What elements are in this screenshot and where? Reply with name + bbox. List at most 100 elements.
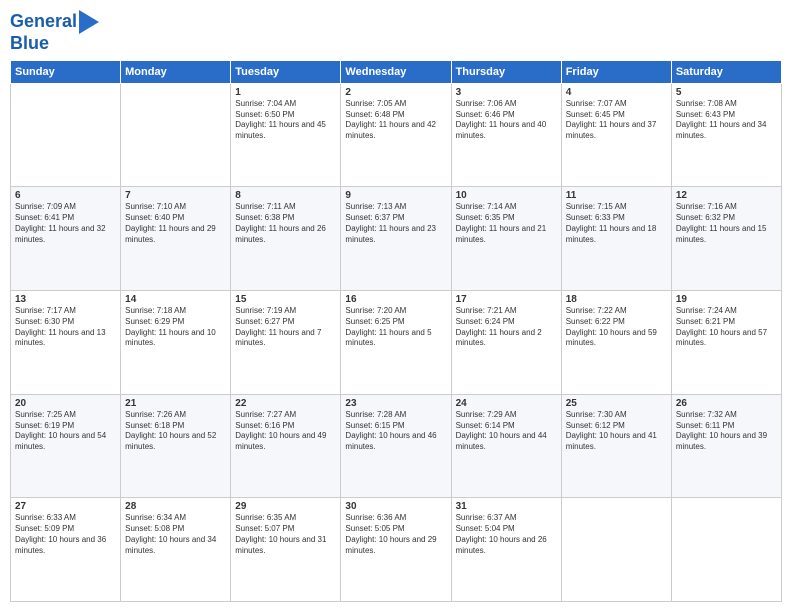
day-number: 3 — [456, 87, 557, 98]
day-info: Sunrise: 7:11 AM Sunset: 6:38 PM Dayligh… — [235, 202, 336, 245]
day-cell: 12Sunrise: 7:16 AM Sunset: 6:32 PM Dayli… — [671, 187, 781, 291]
day-info: Sunrise: 7:14 AM Sunset: 6:35 PM Dayligh… — [456, 202, 557, 245]
day-info: Sunrise: 7:29 AM Sunset: 6:14 PM Dayligh… — [456, 410, 557, 453]
day-number: 25 — [566, 398, 667, 409]
day-cell: 31Sunrise: 6:37 AM Sunset: 5:04 PM Dayli… — [451, 498, 561, 602]
day-info: Sunrise: 7:16 AM Sunset: 6:32 PM Dayligh… — [676, 202, 777, 245]
day-number: 15 — [235, 294, 336, 305]
day-info: Sunrise: 7:17 AM Sunset: 6:30 PM Dayligh… — [15, 306, 116, 349]
day-info: Sunrise: 6:34 AM Sunset: 5:08 PM Dayligh… — [125, 513, 226, 556]
day-cell: 23Sunrise: 7:28 AM Sunset: 6:15 PM Dayli… — [341, 394, 451, 498]
day-cell: 14Sunrise: 7:18 AM Sunset: 6:29 PM Dayli… — [121, 291, 231, 395]
day-number: 17 — [456, 294, 557, 305]
day-info: Sunrise: 6:37 AM Sunset: 5:04 PM Dayligh… — [456, 513, 557, 556]
weekday-friday: Friday — [561, 60, 671, 83]
week-row-1: 1Sunrise: 7:04 AM Sunset: 6:50 PM Daylig… — [11, 83, 782, 187]
day-info: Sunrise: 7:20 AM Sunset: 6:25 PM Dayligh… — [345, 306, 446, 349]
day-cell — [121, 83, 231, 187]
day-info: Sunrise: 7:13 AM Sunset: 6:37 PM Dayligh… — [345, 202, 446, 245]
day-number: 24 — [456, 398, 557, 409]
day-cell: 29Sunrise: 6:35 AM Sunset: 5:07 PM Dayli… — [231, 498, 341, 602]
day-info: Sunrise: 7:09 AM Sunset: 6:41 PM Dayligh… — [15, 202, 116, 245]
day-number: 5 — [676, 87, 777, 98]
day-cell: 17Sunrise: 7:21 AM Sunset: 6:24 PM Dayli… — [451, 291, 561, 395]
weekday-wednesday: Wednesday — [341, 60, 451, 83]
day-cell: 9Sunrise: 7:13 AM Sunset: 6:37 PM Daylig… — [341, 187, 451, 291]
day-info: Sunrise: 6:33 AM Sunset: 5:09 PM Dayligh… — [15, 513, 116, 556]
day-info: Sunrise: 7:28 AM Sunset: 6:15 PM Dayligh… — [345, 410, 446, 453]
day-cell: 25Sunrise: 7:30 AM Sunset: 6:12 PM Dayli… — [561, 394, 671, 498]
day-cell: 26Sunrise: 7:32 AM Sunset: 6:11 PM Dayli… — [671, 394, 781, 498]
weekday-saturday: Saturday — [671, 60, 781, 83]
day-number: 12 — [676, 190, 777, 201]
day-cell: 16Sunrise: 7:20 AM Sunset: 6:25 PM Dayli… — [341, 291, 451, 395]
logo-text: General Blue — [10, 10, 99, 54]
day-cell: 6Sunrise: 7:09 AM Sunset: 6:41 PM Daylig… — [11, 187, 121, 291]
day-cell — [11, 83, 121, 187]
day-info: Sunrise: 7:07 AM Sunset: 6:45 PM Dayligh… — [566, 99, 667, 142]
day-number: 28 — [125, 501, 226, 512]
day-cell: 28Sunrise: 6:34 AM Sunset: 5:08 PM Dayli… — [121, 498, 231, 602]
day-cell: 19Sunrise: 7:24 AM Sunset: 6:21 PM Dayli… — [671, 291, 781, 395]
day-info: Sunrise: 7:27 AM Sunset: 6:16 PM Dayligh… — [235, 410, 336, 453]
day-number: 1 — [235, 87, 336, 98]
calendar-table: SundayMondayTuesdayWednesdayThursdayFrid… — [10, 60, 782, 602]
day-number: 23 — [345, 398, 446, 409]
day-cell: 8Sunrise: 7:11 AM Sunset: 6:38 PM Daylig… — [231, 187, 341, 291]
day-cell: 15Sunrise: 7:19 AM Sunset: 6:27 PM Dayli… — [231, 291, 341, 395]
day-cell: 10Sunrise: 7:14 AM Sunset: 6:35 PM Dayli… — [451, 187, 561, 291]
day-number: 29 — [235, 501, 336, 512]
week-row-4: 20Sunrise: 7:25 AM Sunset: 6:19 PM Dayli… — [11, 394, 782, 498]
day-number: 10 — [456, 190, 557, 201]
header: General Blue — [10, 10, 782, 54]
day-cell: 20Sunrise: 7:25 AM Sunset: 6:19 PM Dayli… — [11, 394, 121, 498]
day-info: Sunrise: 7:15 AM Sunset: 6:33 PM Dayligh… — [566, 202, 667, 245]
day-cell: 7Sunrise: 7:10 AM Sunset: 6:40 PM Daylig… — [121, 187, 231, 291]
day-number: 14 — [125, 294, 226, 305]
day-info: Sunrise: 6:35 AM Sunset: 5:07 PM Dayligh… — [235, 513, 336, 556]
day-number: 20 — [15, 398, 116, 409]
day-cell: 30Sunrise: 6:36 AM Sunset: 5:05 PM Dayli… — [341, 498, 451, 602]
day-info: Sunrise: 7:26 AM Sunset: 6:18 PM Dayligh… — [125, 410, 226, 453]
day-info: Sunrise: 7:32 AM Sunset: 6:11 PM Dayligh… — [676, 410, 777, 453]
day-info: Sunrise: 6:36 AM Sunset: 5:05 PM Dayligh… — [345, 513, 446, 556]
day-info: Sunrise: 7:22 AM Sunset: 6:22 PM Dayligh… — [566, 306, 667, 349]
day-number: 30 — [345, 501, 446, 512]
day-number: 2 — [345, 87, 446, 98]
day-cell: 3Sunrise: 7:06 AM Sunset: 6:46 PM Daylig… — [451, 83, 561, 187]
day-info: Sunrise: 7:24 AM Sunset: 6:21 PM Dayligh… — [676, 306, 777, 349]
day-info: Sunrise: 7:08 AM Sunset: 6:43 PM Dayligh… — [676, 99, 777, 142]
day-info: Sunrise: 7:30 AM Sunset: 6:12 PM Dayligh… — [566, 410, 667, 453]
day-info: Sunrise: 7:05 AM Sunset: 6:48 PM Dayligh… — [345, 99, 446, 142]
week-row-3: 13Sunrise: 7:17 AM Sunset: 6:30 PM Dayli… — [11, 291, 782, 395]
week-row-2: 6Sunrise: 7:09 AM Sunset: 6:41 PM Daylig… — [11, 187, 782, 291]
day-cell: 4Sunrise: 7:07 AM Sunset: 6:45 PM Daylig… — [561, 83, 671, 187]
day-number: 18 — [566, 294, 667, 305]
day-cell — [671, 498, 781, 602]
weekday-sunday: Sunday — [11, 60, 121, 83]
day-number: 8 — [235, 190, 336, 201]
day-info: Sunrise: 7:18 AM Sunset: 6:29 PM Dayligh… — [125, 306, 226, 349]
day-number: 27 — [15, 501, 116, 512]
day-number: 22 — [235, 398, 336, 409]
weekday-tuesday: Tuesday — [231, 60, 341, 83]
page: General Blue SundayMondayTuesdayWednesda… — [0, 0, 792, 612]
day-cell: 24Sunrise: 7:29 AM Sunset: 6:14 PM Dayli… — [451, 394, 561, 498]
day-cell: 2Sunrise: 7:05 AM Sunset: 6:48 PM Daylig… — [341, 83, 451, 187]
day-number: 7 — [125, 190, 226, 201]
day-cell: 27Sunrise: 6:33 AM Sunset: 5:09 PM Dayli… — [11, 498, 121, 602]
day-number: 11 — [566, 190, 667, 201]
day-cell: 5Sunrise: 7:08 AM Sunset: 6:43 PM Daylig… — [671, 83, 781, 187]
day-info: Sunrise: 7:06 AM Sunset: 6:46 PM Dayligh… — [456, 99, 557, 142]
day-number: 19 — [676, 294, 777, 305]
week-row-5: 27Sunrise: 6:33 AM Sunset: 5:09 PM Dayli… — [11, 498, 782, 602]
day-info: Sunrise: 7:19 AM Sunset: 6:27 PM Dayligh… — [235, 306, 336, 349]
day-cell: 18Sunrise: 7:22 AM Sunset: 6:22 PM Dayli… — [561, 291, 671, 395]
day-info: Sunrise: 7:04 AM Sunset: 6:50 PM Dayligh… — [235, 99, 336, 142]
day-info: Sunrise: 7:10 AM Sunset: 6:40 PM Dayligh… — [125, 202, 226, 245]
day-cell: 1Sunrise: 7:04 AM Sunset: 6:50 PM Daylig… — [231, 83, 341, 187]
logo: General Blue — [10, 10, 99, 54]
weekday-thursday: Thursday — [451, 60, 561, 83]
day-number: 31 — [456, 501, 557, 512]
day-number: 26 — [676, 398, 777, 409]
